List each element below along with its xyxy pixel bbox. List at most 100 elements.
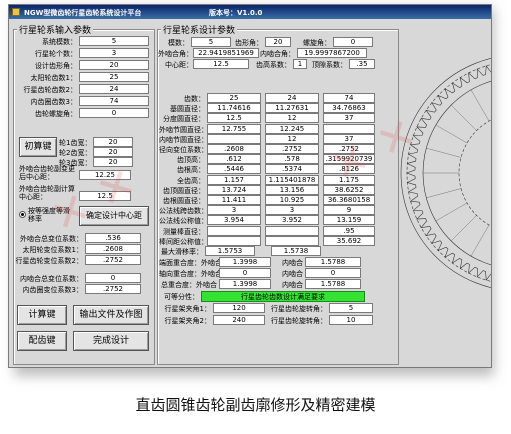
input-row-field[interactable]: 0	[79, 108, 149, 118]
param-ring-field[interactable]: 13.159	[323, 215, 375, 226]
input-row-label: 齿轮螺旋角：	[35, 110, 77, 118]
total-contact-int-label: 内啮合	[282, 281, 303, 289]
param-sun-field[interactable]: .612	[207, 154, 261, 165]
param-planet-field[interactable]: .5374	[265, 164, 319, 175]
param-ring-field[interactable]: 36.3680158	[323, 195, 375, 205]
param-sun-field[interactable]: 11.411	[207, 195, 261, 205]
param-sun-field[interactable]: 3.954	[207, 215, 261, 226]
param-sun-field[interactable]: .2608	[207, 144, 261, 154]
max-slide-field-2[interactable]: 1.5738	[271, 246, 321, 256]
int-mesh-angle-field[interactable]: 19.9997867200	[297, 48, 367, 58]
param-planet-field[interactable]	[265, 225, 319, 236]
param-planet-field[interactable]: 11.27631	[265, 103, 319, 114]
planet-rotation-1-field[interactable]: 5	[329, 303, 373, 313]
param-planet-field[interactable]: 10.925	[265, 195, 319, 205]
planet-rotation-1-label: 行星齿轮旋转角：	[271, 305, 327, 313]
gear-spoke-line	[470, 89, 490, 122]
param-sun-field[interactable]: 12.755	[207, 123, 261, 134]
param-sun-field[interactable]: .5446	[207, 164, 261, 175]
param-sun-field[interactable]: 3	[207, 205, 261, 216]
total-contact-ext-field[interactable]: 1.3998	[219, 279, 271, 289]
center-distance-field[interactable]: 12.5	[193, 59, 249, 69]
face-width-label: 轮1齿宽：	[59, 139, 92, 147]
axial-contact-int-field[interactable]: 0	[305, 268, 361, 278]
param-ring-field[interactable]: 9	[323, 205, 375, 216]
param-planet-field[interactable]: 12.245	[265, 123, 319, 134]
input-row-field[interactable]: 20	[79, 60, 149, 70]
carrier-angle-1-field[interactable]: 120	[213, 303, 265, 313]
pressure-angle-label: 齿形角：	[235, 39, 263, 47]
pressure-angle-field[interactable]: 20	[265, 37, 291, 47]
param-ring-field[interactable]: 74	[323, 93, 375, 103]
transverse-contact-int-label: 内啮合	[282, 259, 303, 267]
param-planet-field[interactable]	[265, 235, 319, 246]
match-teeth-button[interactable]: 配齿键	[17, 331, 67, 351]
param-sun-field[interactable]: 13.724	[207, 184, 261, 195]
shift-coef-field[interactable]: .2608	[85, 244, 141, 254]
param-planet-field[interactable]: .578	[265, 154, 319, 165]
param-sun-field[interactable]	[207, 133, 261, 144]
transverse-contact-int-field[interactable]: 1.5788	[305, 257, 361, 267]
helix-angle-label: 螺旋角：	[303, 39, 331, 47]
param-planet-field[interactable]: 3.952	[265, 215, 319, 226]
int-mesh-angle-label: 内啮合角：	[260, 50, 295, 58]
ext-mesh-angle-label: 外啮合角：	[158, 50, 193, 58]
divisibility-status: 行星齿轮齿数设计满足要求	[201, 291, 365, 302]
param-planet-field[interactable]: 24	[265, 93, 319, 103]
transverse-contact-ext-field[interactable]: 1.3998	[219, 257, 271, 267]
gear-spoke-line	[470, 224, 490, 257]
face-width-field[interactable]: 20	[93, 137, 133, 147]
max-slide-field-1[interactable]: 1.5753	[205, 246, 255, 256]
internal-shift-field[interactable]: .2752	[85, 284, 141, 294]
ext-mesh-angle-field[interactable]: 22.9419851969	[193, 48, 259, 58]
carrier-angle-2-field[interactable]: 240	[213, 315, 265, 325]
face-width-field[interactable]: 20	[93, 147, 133, 157]
param-row-label: 径向变位系数：	[159, 146, 208, 154]
shift-coef-label: 太阳轮变位系数1：	[22, 246, 83, 254]
param-sun-field[interactable]	[207, 225, 261, 236]
carrier-angle-1-label: 行星架夹角1：	[164, 305, 211, 313]
input-row-field[interactable]: 74	[79, 96, 149, 106]
addendum-coef-field[interactable]: 1	[293, 59, 307, 69]
face-width-label: 轮2齿宽：	[59, 149, 92, 157]
param-ring-field[interactable]: 37	[323, 113, 375, 124]
title-bar[interactable]: NGW型微齿轮行星齿轮系统设计平台 版本号：V1.0.0	[9, 5, 491, 19]
input-row-field[interactable]: 24	[79, 84, 149, 94]
calc-button[interactable]: 计算键	[17, 305, 67, 325]
input-row-field[interactable]: 3	[79, 48, 149, 58]
gear-spoke-line	[451, 215, 477, 241]
param-sun-field[interactable]	[207, 235, 261, 246]
param-ring-field[interactable]: .95	[323, 225, 375, 236]
shift-coef-field[interactable]: .536	[85, 233, 141, 243]
gear-spoke-line	[451, 105, 477, 131]
equal-strength-radio[interactable]	[19, 211, 26, 218]
helix-angle-field[interactable]: 0	[333, 37, 373, 47]
param-planet-field[interactable]: 13.156	[265, 184, 319, 195]
param-ring-field[interactable]: 34.76863	[323, 103, 375, 114]
shift-coef-field[interactable]: .2752	[85, 255, 141, 265]
export-button[interactable]: 输出文件及作图	[73, 305, 149, 325]
param-sun-field[interactable]: 25	[207, 93, 261, 103]
param-planet-field[interactable]: 1.115401878	[265, 174, 319, 185]
module-field[interactable]: 5	[191, 37, 231, 47]
trial-calc-button[interactable]: 初算键	[19, 137, 57, 157]
axial-contact-ext-field[interactable]: 0	[219, 268, 271, 278]
param-planet-field[interactable]: 12	[265, 133, 319, 144]
param-planet-field[interactable]: 3	[265, 205, 319, 216]
finish-design-button[interactable]: 完成设计	[73, 331, 149, 351]
param-planet-field[interactable]: 12	[265, 113, 319, 124]
input-row-field[interactable]: 25	[79, 72, 149, 82]
internal-shift-field[interactable]: 0	[85, 273, 141, 283]
param-row-label: 公法线公称值：	[159, 217, 208, 226]
param-sun-field[interactable]: 12.5	[207, 113, 261, 124]
gear-spoke-line	[426, 188, 462, 198]
planet-rotation-2-field[interactable]: 10	[329, 315, 373, 325]
max-slide-label: 最大滑移率：	[161, 248, 203, 256]
clearance-coef-field[interactable]: .35	[349, 59, 375, 69]
param-sun-field[interactable]: 11.74616	[207, 103, 261, 114]
total-contact-int-field[interactable]: 1.5788	[305, 279, 361, 289]
param-sun-field[interactable]: 1.157	[207, 174, 261, 185]
input-row-field[interactable]: 5	[79, 36, 149, 46]
param-planet-field[interactable]: .2752	[265, 144, 319, 154]
param-ring-field[interactable]: 35.692	[323, 235, 375, 246]
